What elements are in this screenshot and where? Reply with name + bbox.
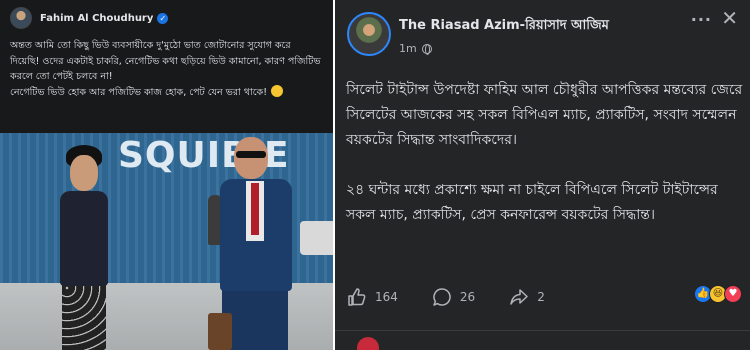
viewer-avatar: [357, 337, 379, 350]
left-post-header: Fahim Al Choudhury ✓: [10, 7, 169, 29]
verified-badge-icon: ✓: [157, 12, 169, 24]
left-post-text: অন্তত আমি তো কিছু ভিউ ব্যবসায়ীকে দু'মুঠ…: [10, 38, 322, 100]
right-author-name[interactable]: The Riasad Azim-রিয়াসাদ আজিম: [399, 16, 609, 37]
man1-legs: [62, 283, 106, 350]
man2-tie: [251, 183, 259, 235]
right-author-avatar[interactable]: [347, 12, 391, 56]
love-reaction-icon: ♥: [724, 285, 742, 303]
comment-button[interactable]: 26: [432, 287, 475, 307]
briefcase: [208, 313, 232, 350]
left-author-avatar[interactable]: [10, 7, 32, 29]
globe-icon: [421, 43, 432, 55]
comment-bar: [335, 330, 750, 350]
smile-emoji-icon: [271, 84, 284, 97]
man2-head: [234, 137, 268, 179]
post-actions: 164 26 2: [347, 284, 742, 310]
share-count: 2: [537, 290, 545, 304]
right-post-text: সিলেট টাইটান্স উপদেষ্টা ফাহিম আল চৌধুরীর…: [346, 78, 744, 253]
man2-sunglasses: [236, 151, 266, 158]
car-shape: [300, 221, 333, 255]
comment-icon: [433, 288, 451, 306]
more-options-icon[interactable]: ···: [691, 10, 712, 29]
close-icon[interactable]: ✕: [721, 6, 738, 30]
share-icon: [510, 289, 528, 305]
left-post-line: অন্তত আমি তো কিছু ভিউ ব্যবসায়ীকে দু'মুঠ…: [10, 40, 321, 82]
left-post-line-text: নেগেটিভ ভিউ হোক আর পজিটিভ কাজ হোক, পেট য…: [10, 86, 268, 98]
share-button[interactable]: 2: [509, 287, 545, 307]
man1-body: [60, 191, 108, 286]
reaction-summary[interactable]: 👍 😆 ♥: [694, 285, 742, 303]
left-post: Fahim Al Choudhury ✓ অন্তত আমি তো কিছু ভ…: [0, 0, 333, 350]
like-button[interactable]: 164: [347, 287, 398, 307]
post-paragraph: ২৪ ঘন্টার মধ্যে প্রকাশ্যে ক্ষমা না চাইলে…: [346, 182, 718, 223]
man1-head: [70, 155, 98, 191]
like-count: 164: [375, 290, 398, 304]
post-paragraph: সিলেট টাইটান্স উপদেষ্টা ফাহিম আল চৌধুরীর…: [346, 82, 743, 148]
post-time[interactable]: 1m: [399, 42, 417, 55]
left-post-line: নেগেটিভ ভিউ হোক আর পজিটিভ কাজ হোক, পেট য…: [10, 84, 322, 101]
left-post-photo[interactable]: SQUIBIE: [0, 133, 333, 350]
left-author-name[interactable]: Fahim Al Choudhury: [40, 13, 153, 24]
thumbs-up-icon: [348, 288, 366, 306]
post-meta: 1m: [399, 42, 432, 55]
right-post: The Riasad Azim-রিয়াসাদ আজিম 1m ··· ✕ স…: [335, 0, 750, 350]
comment-count: 26: [459, 290, 476, 304]
